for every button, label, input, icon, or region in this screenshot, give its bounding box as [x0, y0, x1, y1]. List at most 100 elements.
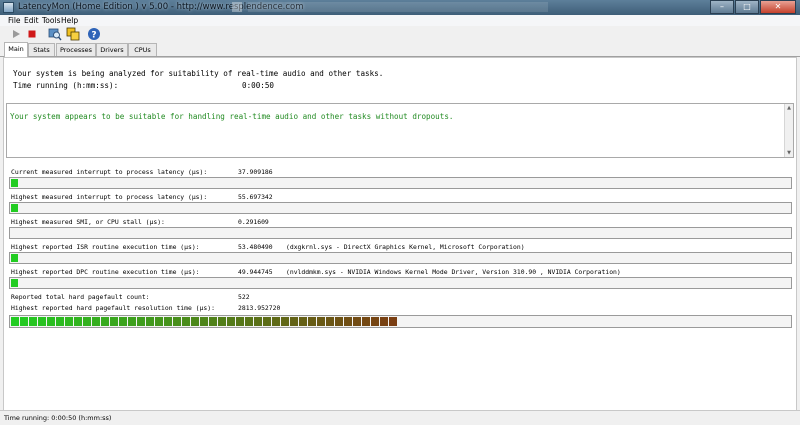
menu-help[interactable]: Help	[61, 15, 78, 26]
pagefault-bar-segment	[380, 317, 388, 326]
pagefault-bar-segment	[20, 317, 28, 326]
tab-stats[interactable]: Stats	[28, 43, 55, 56]
isr-time-label: Highest reported ISR routine execution t…	[11, 243, 200, 251]
pagefault-bar-segment	[182, 317, 190, 326]
pagefault-bar-segment	[218, 317, 226, 326]
close-button[interactable]: ✕	[760, 0, 796, 14]
pagefault-bar-segment	[335, 317, 343, 326]
pagefault-bar-segment	[65, 317, 73, 326]
windows-icon[interactable]	[66, 27, 80, 41]
pagefault-bar-segment	[110, 317, 118, 326]
menu-file[interactable]: File	[8, 15, 21, 26]
tab-cpus[interactable]: CPUs	[128, 43, 157, 56]
pagefault-bar-segment	[344, 317, 352, 326]
time-running-label: Time running (h:mm:ss):	[13, 81, 119, 90]
scroll-up-arrow[interactable]: ▲	[786, 105, 792, 111]
conclusion-box: Your system appears to be suitable for h…	[6, 103, 794, 158]
smi-stall-bar	[9, 227, 792, 239]
pagefault-bar-segment	[146, 317, 154, 326]
pagefault-bar-segment	[128, 317, 136, 326]
dpc-time-bar	[9, 277, 792, 289]
pagefault-bar-segment	[272, 317, 280, 326]
tab-processes[interactable]: Processes	[56, 43, 96, 56]
highest-latency-value: 55.697342	[238, 193, 273, 201]
pagefault-bar-segment	[236, 317, 244, 326]
pagefault-count-label: Reported total hard pagefault count:	[11, 293, 150, 301]
pagefault-bar-segment	[101, 317, 109, 326]
pagefault-bar-segment	[245, 317, 253, 326]
pagefault-bar-segment	[38, 317, 46, 326]
toolbar: ?	[0, 26, 800, 42]
pagefault-bar-segment	[281, 317, 289, 326]
help-icon[interactable]: ?	[87, 27, 101, 41]
highest-latency-label: Highest measured interrupt to process la…	[11, 193, 208, 201]
pagefault-bar-segment	[173, 317, 181, 326]
smi-stall-label: Highest measured SMI, or CPU stall (µs):	[11, 218, 165, 226]
pagefault-bar-segment	[362, 317, 370, 326]
title-bar[interactable]: LatencyMon (Home Edition ) v 5.00 - http…	[0, 0, 800, 15]
highest-latency-bar-fill	[11, 204, 18, 212]
pagefault-bar-segment	[299, 317, 307, 326]
pagefault-bar-segment	[308, 317, 316, 326]
pagefault-bar-segment	[83, 317, 91, 326]
pagefault-count-value: 522	[238, 293, 250, 301]
latencymon-window: LatencyMon (Home Edition ) v 5.00 - http…	[0, 0, 800, 425]
analyze-icon[interactable]	[48, 27, 62, 41]
isr-time-bar-fill	[11, 254, 18, 262]
pagefault-bar-segment	[227, 317, 235, 326]
pagefault-bar-segment	[92, 317, 100, 326]
background-blur	[248, 2, 548, 12]
pagefault-resolution-value: 2813.952720	[238, 304, 281, 312]
smi-stall-value: 0.291609	[238, 218, 269, 226]
current-latency-label: Current measured interrupt to process la…	[11, 168, 208, 176]
current-latency-bar-fill	[11, 179, 18, 187]
pagefault-bar-segment	[209, 317, 217, 326]
pagefault-bar-segment	[326, 317, 334, 326]
pagefault-bar-segment	[290, 317, 298, 326]
isr-time-bar	[9, 252, 792, 264]
minimize-button[interactable]: –	[710, 0, 734, 14]
isr-time-value: 53.480490	[238, 243, 273, 251]
pagefault-bar-segment	[29, 317, 37, 326]
pagefault-bar-segment	[56, 317, 64, 326]
dpc-time-bar-fill	[11, 279, 18, 287]
stop-icon[interactable]	[25, 27, 39, 41]
svg-text:?: ?	[91, 31, 96, 41]
pagefault-bar-segment	[74, 317, 82, 326]
menu-tools[interactable]: Tools	[42, 15, 60, 26]
highest-latency-bar	[9, 202, 792, 214]
pagefault-bar-segment	[389, 317, 397, 326]
conclusion-scrollbar[interactable]: ▲ ▼	[784, 104, 793, 157]
tab-main[interactable]: Main	[4, 42, 28, 57]
main-panel: Your system is being analyzed for suitab…	[3, 57, 797, 411]
status-text: Time running: 0:00:50 (h:mm:ss)	[4, 414, 112, 422]
pagefault-bar-segment	[119, 317, 127, 326]
background-blur	[232, 2, 242, 12]
pagefault-bar-segment	[164, 317, 172, 326]
pagefault-bar-segment	[137, 317, 145, 326]
dpc-time-value: 49.944745	[238, 268, 273, 276]
time-running-value: 0:00:50	[242, 81, 275, 90]
maximize-button[interactable]: □	[735, 0, 759, 14]
pagefault-bar-segment	[155, 317, 163, 326]
app-icon	[3, 2, 14, 13]
pagefault-bar-segment	[263, 317, 271, 326]
tab-strip: Main Stats Processes Drivers CPUs	[0, 42, 800, 57]
scroll-down-arrow[interactable]: ▼	[786, 150, 792, 156]
menu-bar: File Edit Tools Help	[0, 15, 800, 26]
status-bar: Time running: 0:00:50 (h:mm:ss)	[0, 410, 800, 425]
pagefault-resolution-label: Highest reported hard pagefault resoluti…	[11, 304, 215, 312]
tab-drivers[interactable]: Drivers	[96, 43, 128, 56]
analysis-status-text: Your system is being analyzed for suitab…	[13, 69, 384, 78]
conclusion-text: Your system appears to be suitable for h…	[10, 112, 454, 121]
pagefault-bar-segment	[11, 317, 19, 326]
window-controls: – □ ✕	[710, 0, 796, 15]
pagefault-bar-segment	[353, 317, 361, 326]
pagefault-bar-segment	[254, 317, 262, 326]
pagefault-bar-segment	[47, 317, 55, 326]
pagefault-bar-segment	[191, 317, 199, 326]
play-icon[interactable]	[9, 27, 23, 41]
dpc-driver-info: (nvlddmkm.sys - NVIDIA Windows Kernel Mo…	[286, 268, 621, 276]
current-latency-value: 37.909186	[238, 168, 273, 176]
menu-edit[interactable]: Edit	[24, 15, 39, 26]
